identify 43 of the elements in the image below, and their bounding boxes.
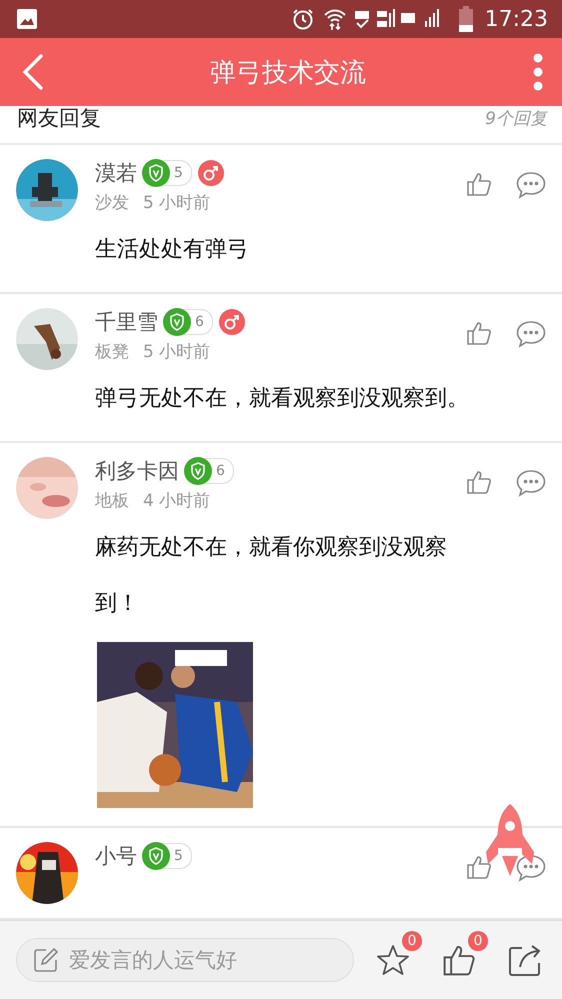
- like-count: 0: [468, 931, 488, 951]
- thumbs-up-icon[interactable]: [466, 469, 492, 495]
- level-badge: 6: [164, 309, 213, 335]
- comment-icon[interactable]: [516, 469, 546, 497]
- thumbs-up-icon[interactable]: [466, 171, 492, 197]
- thumbs-up-icon[interactable]: [442, 943, 476, 977]
- level-badge: 6: [185, 458, 234, 484]
- comment-icon[interactable]: [516, 320, 546, 348]
- wifi-icon: [322, 7, 347, 31]
- user-name: 漠若: [95, 160, 137, 187]
- floor-label: 沙发: [95, 192, 129, 214]
- reply-count: 9个回复: [485, 110, 547, 128]
- battery-icon: [458, 6, 473, 32]
- comment-icon[interactable]: [516, 171, 546, 199]
- star-icon[interactable]: [376, 943, 410, 977]
- level-badge: 5: [143, 160, 192, 186]
- reply-text: 麻药无处不在，就看你观察到没观察到！: [95, 534, 448, 618]
- user-name: 小号: [95, 843, 137, 870]
- rocket-icon[interactable]: [484, 804, 536, 876]
- share-icon[interactable]: [508, 943, 542, 977]
- back-icon[interactable]: [22, 54, 44, 90]
- post-time: 4 小时前: [143, 490, 210, 512]
- reply-text: 弹弓无处不在，就看观察到没观察到。: [95, 385, 470, 413]
- level-badge: 5: [143, 843, 192, 869]
- thumbs-up-icon[interactable]: [466, 854, 492, 880]
- more-icon[interactable]: [532, 53, 544, 91]
- user-name: 利多卡因: [95, 458, 179, 485]
- alarm-icon: [290, 7, 315, 31]
- post-time: 5 小时前: [143, 192, 210, 214]
- post-time: 5 小时前: [143, 341, 210, 363]
- favorite-count: 0: [402, 931, 422, 951]
- section-title: 网友回复: [17, 106, 101, 130]
- clock-time: 17:23: [484, 6, 548, 32]
- floor-label: 板凳: [95, 341, 129, 363]
- pencil-icon: [33, 947, 59, 973]
- thumbs-up-icon[interactable]: [466, 320, 492, 346]
- comment-icon[interactable]: [516, 854, 546, 882]
- image-icon: [16, 8, 38, 30]
- floor-label: 地板: [95, 490, 129, 512]
- reply-text: 生活处处有弹弓: [95, 236, 250, 264]
- user-name: 千里雪: [95, 309, 158, 336]
- comment-field[interactable]: 爱发言的人运气好: [16, 938, 354, 982]
- page-title: 弹弓技术交流: [209, 56, 367, 90]
